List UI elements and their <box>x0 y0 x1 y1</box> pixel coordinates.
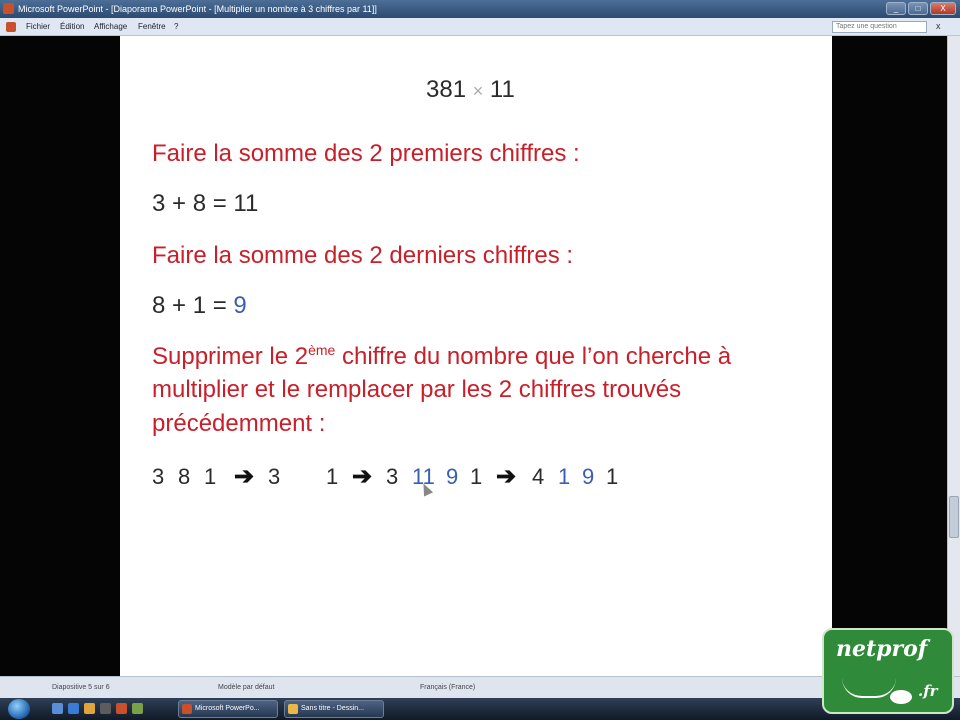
scroll-thumb[interactable] <box>949 496 959 538</box>
powerpoint-quick-icon[interactable] <box>116 703 127 714</box>
step3-text-b: chiffre du nombre que l’on cherche à <box>335 343 732 370</box>
slide-canvas: 381 × 11 Faire la somme des 2 premiers c… <box>120 36 832 676</box>
menu-view[interactable]: Affichage <box>94 18 127 36</box>
arrow-right-icon: ➔ <box>352 463 373 490</box>
digit-sequence: 3 8 1 ➔ 3 1 ➔ 3 11 9 1 ➔ 4 1 9 1 <box>152 462 626 491</box>
menu-edit[interactable]: Édition <box>60 18 84 36</box>
window-title: Microsoft PowerPoint - [Diaporama PowerP… <box>18 4 377 14</box>
step3-superscript: ème <box>308 342 336 358</box>
step2-eq-result: 9 <box>233 292 247 319</box>
right-margin <box>832 36 947 676</box>
help-close-icon[interactable]: x <box>936 21 941 31</box>
step2-equation: 8 + 1 = 9 <box>152 292 247 320</box>
menu-window[interactable]: Fenêtre <box>138 18 166 36</box>
slide-title: 381 × 11 <box>426 76 515 104</box>
step2-heading: Faire la somme des 2 derniers chiffres : <box>152 242 574 269</box>
seq-digit-highlight: 9 <box>446 463 459 489</box>
step3-line-2: multiplier et le remplacer par les 2 chi… <box>152 376 682 403</box>
seq-digit: 8 <box>178 463 191 489</box>
logo-name: netprof <box>836 636 928 662</box>
window-controls: _ □ X <box>886 2 956 15</box>
menu-file[interactable]: Fichier <box>26 18 50 36</box>
seq-digit: 3 <box>152 463 165 489</box>
menu-bar: Fichier Édition Affichage Fenêtre ? <box>0 18 960 36</box>
mouse-icon <box>890 690 912 704</box>
explorer-icon[interactable] <box>84 703 95 714</box>
minimize-button[interactable]: _ <box>886 2 906 15</box>
media-icon[interactable] <box>100 703 111 714</box>
mouse-cord-icon <box>842 678 896 698</box>
task-label: Microsoft PowerPo... <box>195 705 260 712</box>
step2-eq-prefix: 8 + 1 = <box>152 292 234 319</box>
taskbar-item-paint[interactable]: Sans titre - Dessin... <box>284 700 384 718</box>
seq-digit-highlight: 9 <box>582 463 595 489</box>
design-template: Modèle par défaut <box>218 684 275 691</box>
logo-suffix: .fr <box>918 682 938 700</box>
quick-launch-icon[interactable] <box>132 703 143 714</box>
seq-digit: 3 <box>268 463 281 489</box>
arrow-right-icon: ➔ <box>234 463 255 490</box>
taskbar-item-powerpoint[interactable]: Microsoft PowerPo... <box>178 700 278 718</box>
taskbar: Microsoft PowerPo... Sans titre - Dessin… <box>0 698 960 720</box>
show-desktop-icon[interactable] <box>52 703 63 714</box>
seq-digit: 1 <box>326 463 339 489</box>
vertical-scrollbar[interactable] <box>947 36 960 676</box>
menu-help[interactable]: ? <box>174 18 178 36</box>
task-label: Sans titre - Dessin... <box>301 705 365 712</box>
paint-icon <box>288 704 298 714</box>
seq-digit: 1 <box>204 463 217 489</box>
powerpoint-icon <box>182 704 192 714</box>
slide-counter: Diapositive 5 sur 6 <box>52 684 110 691</box>
step3-text-a: Supprimer le 2 <box>152 343 309 370</box>
status-bar: Diapositive 5 sur 6 Modèle par défaut Fr… <box>0 676 960 698</box>
netprof-logo: netprof .fr <box>822 628 954 714</box>
title-operator: × <box>472 81 484 101</box>
seq-digit: 1 <box>606 463 619 489</box>
window-title-bar: Microsoft PowerPoint - [Diaporama PowerP… <box>0 0 960 18</box>
step3-line-1: Supprimer le 2ème chiffre du nombre que … <box>152 342 731 371</box>
title-multiplier: 11 <box>489 76 515 103</box>
maximize-button[interactable]: □ <box>908 2 928 15</box>
step3-line-3: précédemment : <box>152 410 326 437</box>
powerpoint-app-icon <box>3 3 14 14</box>
arrow-right-icon: ➔ <box>496 463 517 490</box>
title-multiplicand: 381 <box>426 76 467 103</box>
left-margin <box>0 36 120 676</box>
seq-digit: 4 <box>532 463 545 489</box>
language-indicator: Français (France) <box>420 684 476 691</box>
browser-icon[interactable] <box>68 703 79 714</box>
document-icon <box>6 22 16 32</box>
start-button[interactable] <box>8 699 30 719</box>
help-search-input[interactable]: Tapez une question <box>832 21 927 33</box>
step1-heading: Faire la somme des 2 premiers chiffres : <box>152 140 580 167</box>
seq-digit-highlight: 1 <box>558 463 571 489</box>
step1-equation: 3 + 8 = 11 <box>152 190 259 217</box>
seq-digit: 1 <box>470 463 483 489</box>
close-button[interactable]: X <box>930 2 956 15</box>
seq-digit: 3 <box>386 463 399 489</box>
